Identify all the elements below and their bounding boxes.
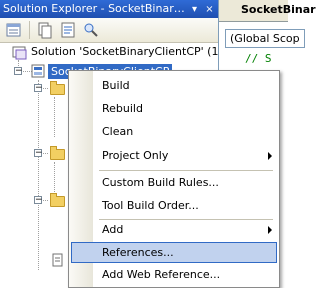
submenu-arrow-icon xyxy=(268,152,272,160)
panel-title: Solution Explorer - SocketBinar… xyxy=(3,2,185,15)
solution-icon xyxy=(12,46,27,60)
tree-line xyxy=(54,97,55,137)
properties-icon xyxy=(6,23,21,37)
folder-icon[interactable] xyxy=(50,81,65,95)
menu-item-label: Rebuild xyxy=(102,102,143,115)
menu-item-label: References... xyxy=(102,246,174,259)
toolbar-separator xyxy=(29,21,30,39)
tree-line xyxy=(38,80,39,270)
menu-item-rebuild[interactable]: Rebuild xyxy=(71,98,277,119)
menu-item-build[interactable]: Build xyxy=(71,75,277,96)
code-comment[interactable]: // S xyxy=(245,52,272,65)
pin-icon[interactable]: ▾ xyxy=(189,4,200,15)
menu-item-add-web-reference[interactable]: Add Web Reference... xyxy=(71,264,277,285)
menu-item-label: Build xyxy=(102,79,130,92)
menu-item-label: Tool Build Order... xyxy=(102,199,199,212)
context-menu: Build Rebuild Clean Project Only Custom … xyxy=(68,70,280,288)
panel-titlebar: Solution Explorer - SocketBinar… ▾ × xyxy=(0,0,218,18)
menu-item-label: Add xyxy=(102,223,124,236)
editor-tab[interactable]: SocketBinar xyxy=(219,0,316,22)
menu-item-label: Project Only xyxy=(102,149,169,162)
menu-item-label: Add Web Reference... xyxy=(102,268,221,281)
menu-item-label: Custom Build Rules... xyxy=(102,176,219,189)
view-code-icon xyxy=(61,22,75,38)
solution-label: Solution 'SocketBinaryClientCP' (1 proje xyxy=(31,45,250,58)
folder-toggle[interactable]: − xyxy=(34,149,43,158)
menu-item-references[interactable]: References... xyxy=(71,242,277,263)
menu-item-add[interactable]: Add xyxy=(71,219,277,240)
explorer-toolbar xyxy=(0,18,218,43)
show-all-files-icon xyxy=(38,22,52,39)
folder-icon[interactable] xyxy=(50,193,65,207)
menu-item-custom-build-rules[interactable]: Custom Build Rules... xyxy=(71,172,277,193)
menu-item-label: Clean xyxy=(102,125,134,138)
menu-item-tool-build-order[interactable]: Tool Build Order... xyxy=(71,195,277,216)
editor-tab-title: SocketBinar xyxy=(241,3,316,16)
folder-icon[interactable] xyxy=(50,146,65,160)
tree-line xyxy=(54,162,55,192)
folder-toggle[interactable]: − xyxy=(34,196,43,205)
file-icon[interactable] xyxy=(52,253,64,267)
class-view-button[interactable] xyxy=(81,20,101,40)
class-view-icon xyxy=(84,23,98,37)
scope-dropdown[interactable]: (Global Scop xyxy=(225,29,305,48)
project-icon xyxy=(31,64,45,78)
menu-item-clean[interactable]: Clean xyxy=(71,121,277,142)
collapse-project-toggle[interactable]: − xyxy=(14,67,23,76)
menu-item-project-only[interactable]: Project Only xyxy=(71,145,277,166)
properties-button[interactable] xyxy=(4,20,24,40)
folder-toggle[interactable]: − xyxy=(34,84,43,93)
submenu-arrow-icon xyxy=(268,226,272,234)
show-all-files-button[interactable] xyxy=(35,20,55,40)
refresh-button[interactable] xyxy=(58,20,78,40)
close-icon[interactable]: × xyxy=(204,4,215,15)
menu-separator xyxy=(99,170,273,171)
